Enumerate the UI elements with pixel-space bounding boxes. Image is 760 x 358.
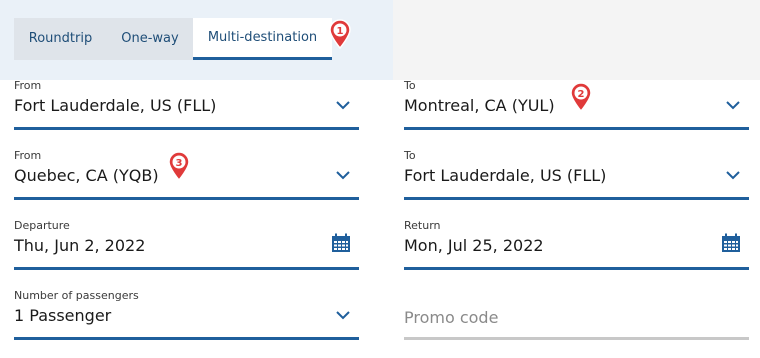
to-value-2: Fort Lauderdale, US (FLL) bbox=[404, 166, 607, 185]
departure-value: Thu, Jun 2, 2022 bbox=[14, 236, 146, 255]
marker-pin-1: 1 bbox=[329, 19, 351, 49]
marker-label-3: 3 bbox=[176, 158, 183, 169]
passengers-value: 1 Passenger bbox=[14, 306, 112, 325]
to-label-2: To bbox=[404, 149, 416, 162]
chevron-down-icon[interactable] bbox=[335, 169, 351, 181]
marker-label-2: 2 bbox=[578, 89, 585, 100]
return-field[interactable]: Return Mon, Jul 25, 2022 bbox=[404, 219, 749, 270]
chevron-down-icon[interactable] bbox=[725, 169, 741, 181]
marker-pin-2: 2 bbox=[570, 82, 592, 112]
trip-type-tabs: Roundtrip One-way Multi-destination bbox=[14, 18, 332, 60]
tab-one-way[interactable]: One-way bbox=[107, 18, 193, 60]
header-background-right bbox=[393, 0, 760, 80]
to-value-1: Montreal, CA (YUL) bbox=[404, 96, 555, 115]
tab-roundtrip[interactable]: Roundtrip bbox=[14, 18, 107, 60]
calendar-icon[interactable] bbox=[331, 233, 351, 253]
return-label: Return bbox=[404, 219, 441, 232]
passengers-label: Number of passengers bbox=[14, 289, 139, 302]
from-label-2: From bbox=[14, 149, 42, 162]
from-value-1: Fort Lauderdale, US (FLL) bbox=[14, 96, 217, 115]
marker-label-1: 1 bbox=[337, 26, 344, 37]
departure-field[interactable]: Departure Thu, Jun 2, 2022 bbox=[14, 219, 359, 270]
marker-pin-3: 3 bbox=[168, 151, 190, 181]
chevron-down-icon[interactable] bbox=[335, 309, 351, 321]
passengers-field[interactable]: Number of passengers 1 Passenger bbox=[14, 289, 359, 340]
chevron-down-icon[interactable] bbox=[335, 99, 351, 111]
from-value-2: Quebec, CA (YQB) bbox=[14, 166, 159, 185]
chevron-down-icon[interactable] bbox=[725, 99, 741, 111]
from-field-1[interactable]: From Fort Lauderdale, US (FLL) bbox=[14, 79, 359, 130]
promo-code-field[interactable]: Promo code bbox=[404, 289, 749, 340]
return-value: Mon, Jul 25, 2022 bbox=[404, 236, 544, 255]
tab-multi-destination[interactable]: Multi-destination bbox=[193, 18, 332, 60]
to-label-1: To bbox=[404, 79, 416, 92]
departure-label: Departure bbox=[14, 219, 70, 232]
from-label-1: From bbox=[14, 79, 42, 92]
promo-code-placeholder: Promo code bbox=[404, 308, 499, 327]
calendar-icon[interactable] bbox=[721, 233, 741, 253]
to-field-2[interactable]: To Fort Lauderdale, US (FLL) bbox=[404, 149, 749, 200]
